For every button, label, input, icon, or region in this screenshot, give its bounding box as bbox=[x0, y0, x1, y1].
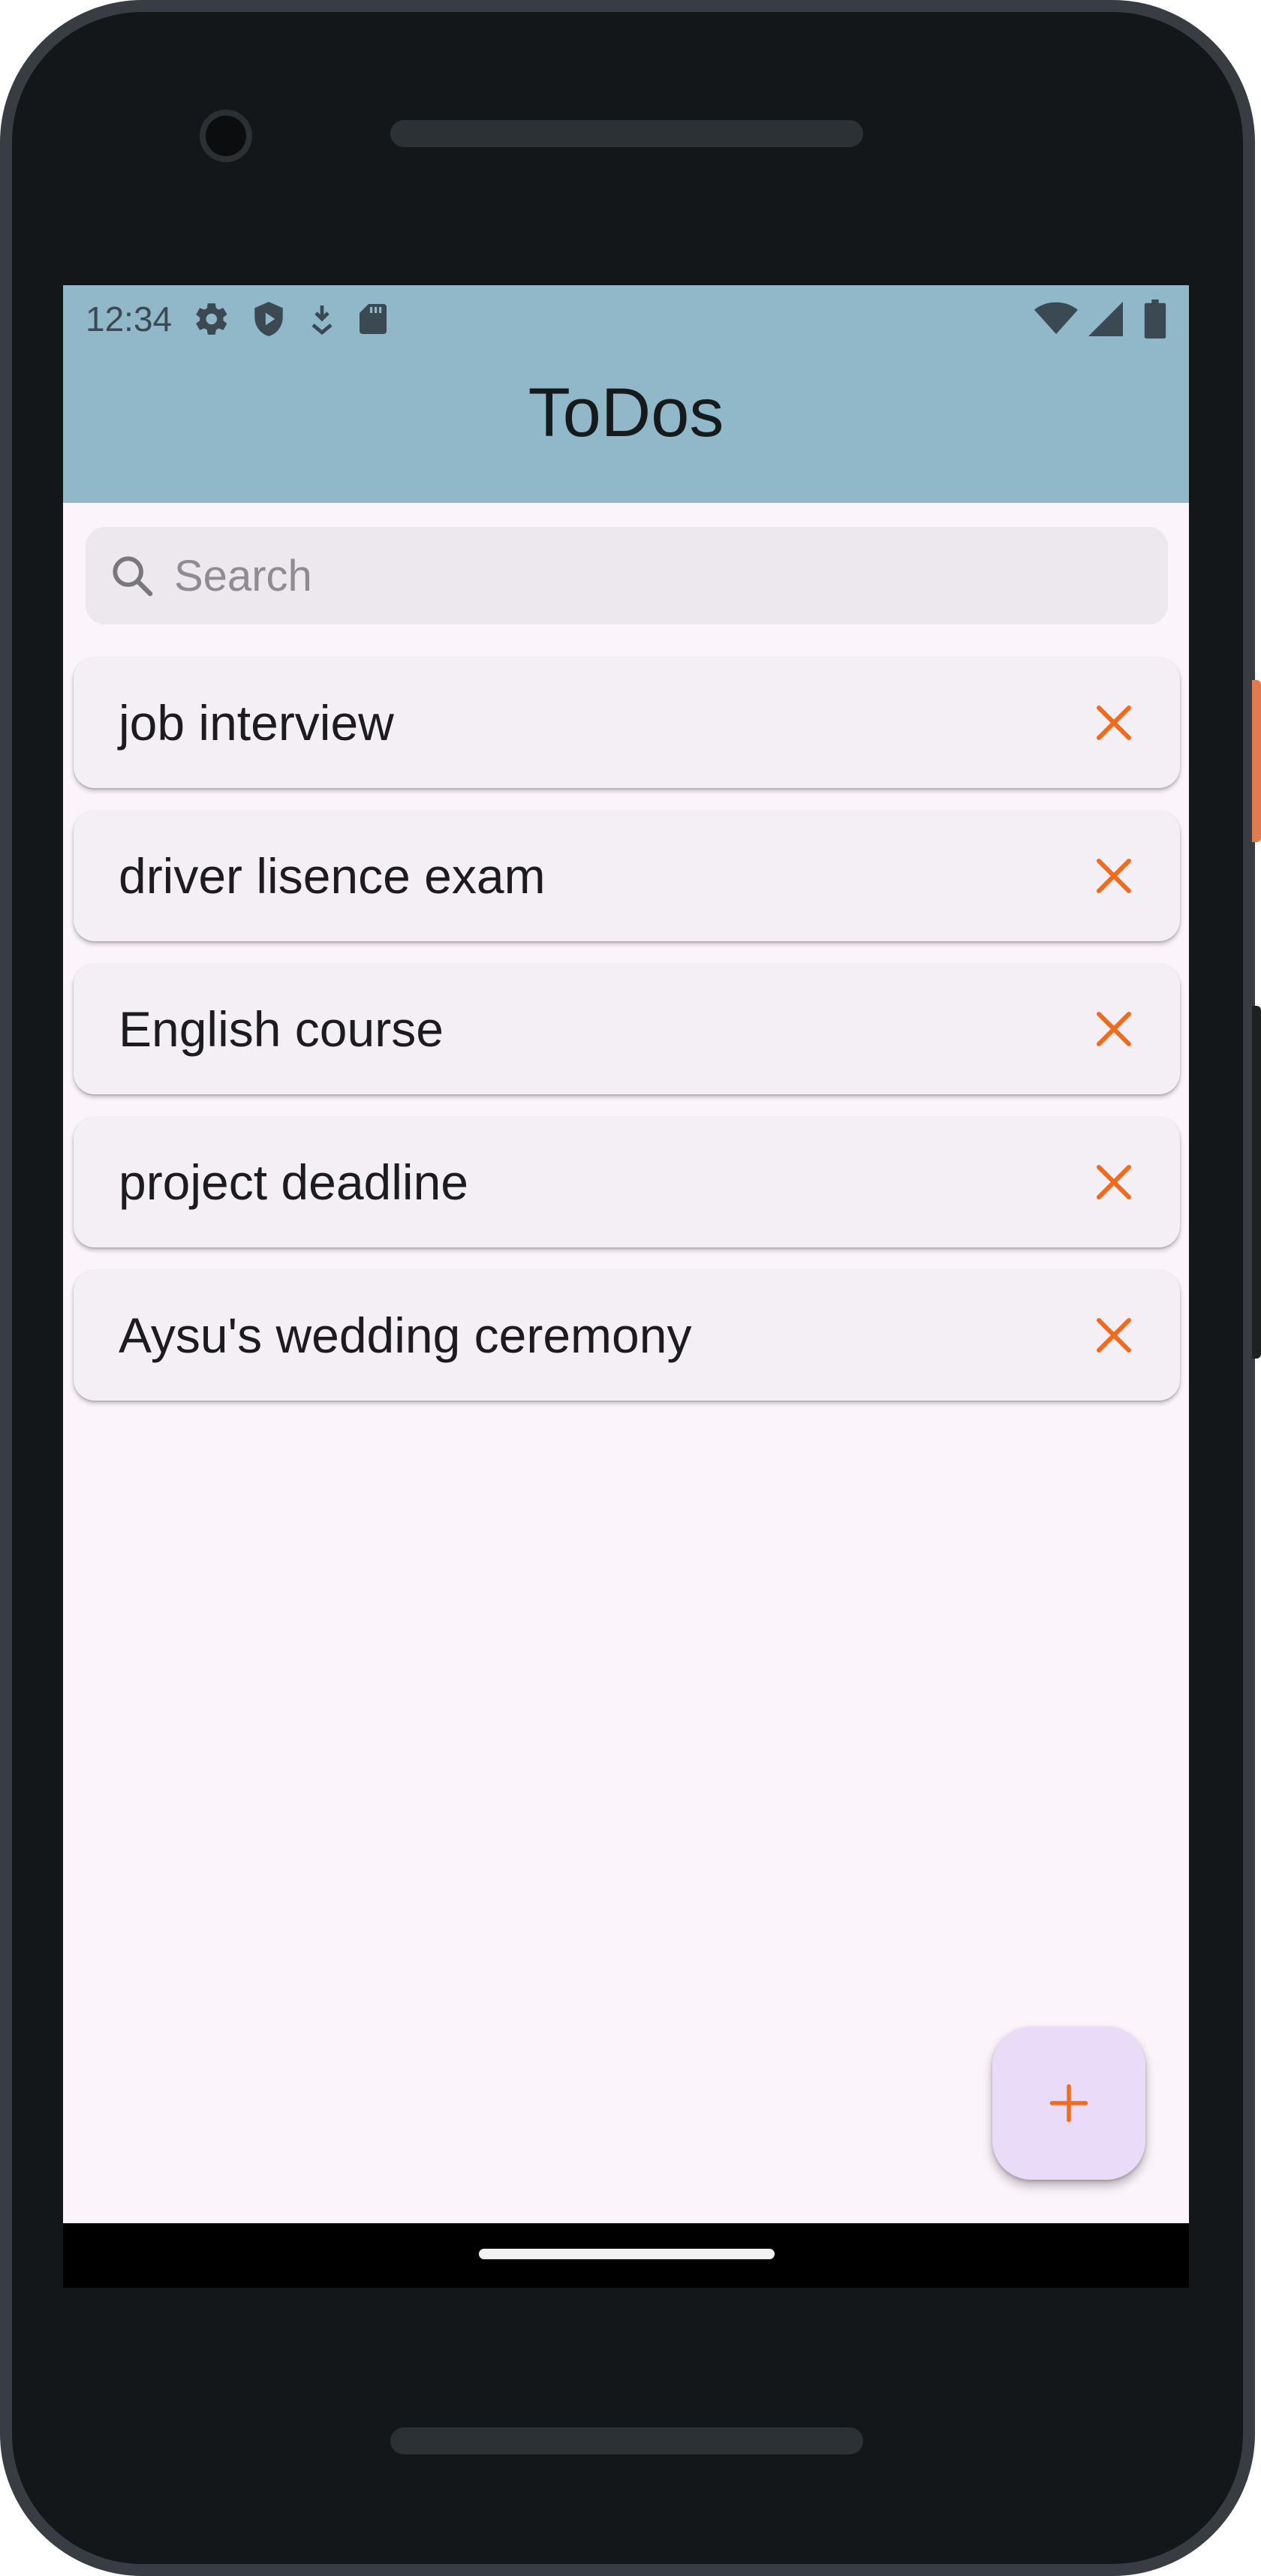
todo-list: job interview driver lisence exam Englis… bbox=[74, 658, 1180, 1423]
home-gesture-handle[interactable] bbox=[479, 2249, 775, 2259]
page-title: ToDos bbox=[528, 374, 724, 451]
delete-todo-button[interactable] bbox=[1084, 846, 1144, 906]
delete-todo-button[interactable] bbox=[1084, 1152, 1144, 1212]
close-icon bbox=[1097, 706, 1131, 740]
todo-label: Aysu's wedding ceremony bbox=[119, 1308, 692, 1363]
app-bar: ToDos bbox=[63, 353, 1189, 503]
battery-icon bbox=[1144, 299, 1166, 339]
search-icon bbox=[108, 552, 156, 600]
shield-play-icon bbox=[251, 300, 286, 338]
todo-label: English course bbox=[119, 1001, 444, 1057]
delete-todo-button[interactable] bbox=[1084, 999, 1144, 1059]
cellular-signal-icon bbox=[1088, 302, 1123, 336]
status-left: 12:34 bbox=[86, 299, 388, 339]
sd-card-icon bbox=[358, 300, 388, 338]
power-button bbox=[1252, 680, 1261, 842]
search-bar[interactable] bbox=[86, 527, 1168, 624]
add-todo-button[interactable] bbox=[992, 2027, 1145, 2180]
close-icon bbox=[1097, 1318, 1131, 1353]
wifi-icon bbox=[1034, 302, 1078, 336]
close-icon bbox=[1097, 1165, 1131, 1199]
delete-todo-button[interactable] bbox=[1084, 693, 1144, 753]
volume-button bbox=[1252, 1006, 1261, 1359]
todo-item[interactable]: job interview bbox=[74, 658, 1180, 788]
plus-icon bbox=[1049, 2084, 1088, 2123]
todo-item[interactable]: Aysu's wedding ceremony bbox=[74, 1270, 1180, 1401]
todo-item[interactable]: driver lisence exam bbox=[74, 811, 1180, 941]
delete-todo-button[interactable] bbox=[1084, 1305, 1144, 1365]
status-time: 12:34 bbox=[86, 299, 173, 339]
status-right bbox=[1034, 299, 1166, 339]
close-icon bbox=[1097, 859, 1131, 893]
close-icon bbox=[1097, 1012, 1131, 1046]
todo-item[interactable]: project deadline bbox=[74, 1117, 1180, 1247]
todo-item[interactable]: English course bbox=[74, 964, 1180, 1094]
download-arrow-icon bbox=[307, 300, 337, 338]
todo-label: job interview bbox=[119, 695, 394, 751]
gear-icon bbox=[193, 300, 230, 338]
todo-label: driver lisence exam bbox=[119, 848, 546, 904]
front-camera bbox=[200, 110, 252, 162]
todo-label: project deadline bbox=[119, 1154, 468, 1210]
status-bar: 12:34 bbox=[63, 285, 1189, 353]
search-input[interactable] bbox=[173, 538, 1073, 613]
screen: 12:34 ToDos Search job interview driver … bbox=[63, 285, 1189, 2288]
earpiece-speaker bbox=[390, 120, 863, 147]
bottom-speaker bbox=[390, 2427, 863, 2454]
